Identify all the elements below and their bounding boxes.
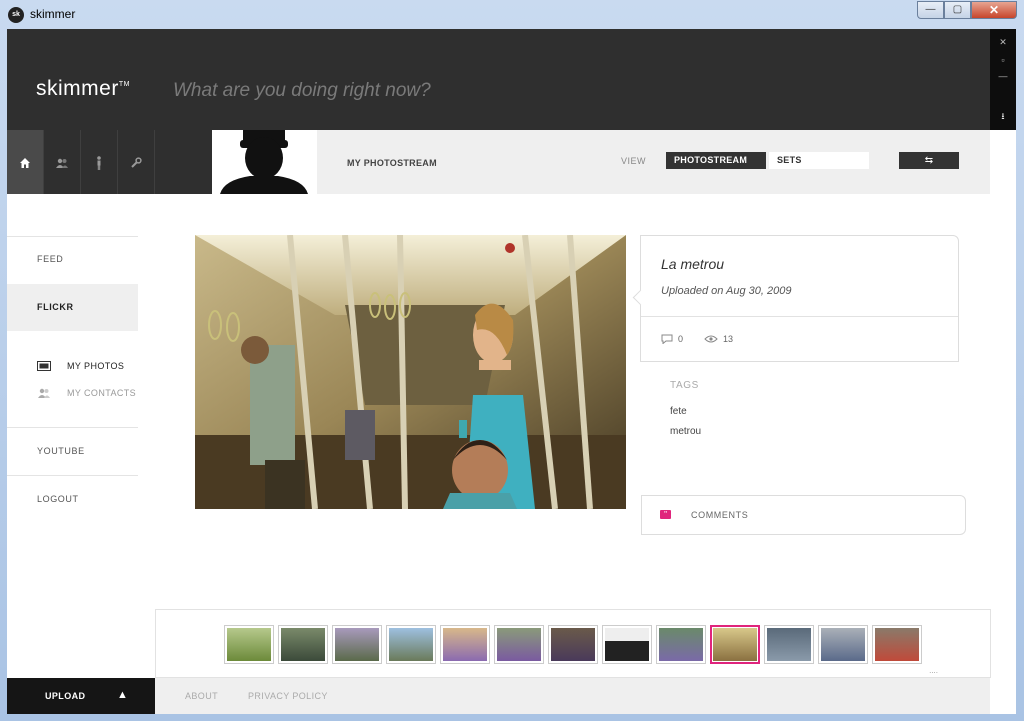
thumbnail-selected[interactable] [710,625,760,664]
nav-home[interactable] [7,130,44,194]
photo-image [195,235,626,509]
nav-strip [7,130,212,194]
my-contacts-label: MY CONTACTS [67,388,137,398]
title-bar[interactable]: sk skimmer — ▢ ✕ [0,0,1024,29]
divider [641,316,958,317]
toolbar: MY PHOTOSTREAM VIEW PHOTOSTREAM SETS ⇆ [317,130,990,194]
thumbnail[interactable] [872,625,922,664]
person-icon [97,156,101,170]
tab-photostream[interactable]: PHOTOSTREAM [666,152,766,169]
sidebar-item-flickr[interactable]: FLICKR [7,284,138,331]
thumbnail[interactable] [764,625,814,664]
wrench-icon [131,157,142,168]
maximize-button[interactable]: ▢ [944,1,971,19]
app-logo: skimmerTM [36,77,130,101]
app-logo-icon: sk [8,7,24,23]
app-client-area: skimmerTM ✕ ▫ — ⭳ [7,29,1016,714]
comments-button[interactable]: " COMMENTS [641,495,966,535]
upload-date: Uploaded on Aug 30, 2009 [661,285,792,297]
window-controls: — ▢ ✕ [917,1,1017,19]
app-close-icon[interactable]: ✕ [990,37,1016,48]
upload-label: UPLOAD [45,691,86,701]
swap-icon: ⇆ [924,155,934,166]
sidebar-item-youtube[interactable]: YOUTUBE [7,446,138,456]
comment-count: 0 [661,334,683,344]
contacts-icon [37,388,51,398]
eye-icon [704,335,718,343]
divider [7,427,138,428]
upload-button[interactable]: UPLOAD ▲ [7,678,155,714]
sidebar-item-my-contacts[interactable]: MY CONTACTS [37,388,136,398]
thumbnail[interactable] [494,625,544,664]
comments-icon: " [660,510,671,519]
privacy-policy-link[interactable]: PRIVACY POLICY [248,691,328,701]
view-count: 13 [704,334,733,344]
nav-profile[interactable] [81,130,118,194]
nav-settings[interactable] [118,130,155,194]
thumbnail[interactable] [386,625,436,664]
tags-label: TAGS [670,380,699,391]
thumbnail[interactable] [278,625,328,664]
window-title: skimmer [30,7,76,21]
tag-link[interactable]: fete [670,406,687,417]
avatar-silhouette-icon [220,130,308,194]
tag-link[interactable]: metrou [670,426,701,437]
trademark-mark: TM [118,81,130,88]
thumbnail[interactable] [602,625,652,664]
page-title: MY PHOTOSTREAM [347,158,437,168]
sidebar-item-my-photos[interactable]: MY PHOTOS [37,361,124,371]
thumbnail[interactable] [548,625,598,664]
main-photo[interactable] [195,235,626,509]
photos-icon [37,361,51,371]
side-controls: ✕ ▫ — ⭳ [990,29,1016,130]
sidebar-item-feed[interactable]: FEED [7,254,138,264]
footer: ABOUT PRIVACY POLICY [155,678,990,714]
thumbnail[interactable] [818,625,868,664]
filmstrip: .... [155,609,991,678]
sidebar-item-logout[interactable]: LOGOUT [7,494,138,504]
tab-sets[interactable]: SETS [769,152,869,169]
photo-info-card: La metrou Uploaded on Aug 30, 2009 0 13 [640,235,959,362]
comments-label: COMMENTS [691,510,749,520]
thumbnail[interactable] [224,625,274,664]
thumbnail[interactable] [332,625,382,664]
app-collapse-icon[interactable]: ⭳ [990,109,1016,125]
view-count-value: 13 [723,334,734,344]
window-frame: sk skimmer — ▢ ✕ skimmerTM ✕ ▫ — ⭳ [0,0,1024,721]
nav-contacts[interactable] [44,130,81,194]
app-minimize-icon[interactable]: — [990,71,1016,81]
comment-bubble-icon [661,334,673,344]
about-link[interactable]: ABOUT [185,691,218,701]
swap-button[interactable]: ⇆ [899,152,959,169]
minimize-button[interactable]: — [917,1,944,19]
upload-arrow-icon: ▲ [117,689,129,701]
app-restore-icon[interactable]: ▫ [990,55,1016,65]
contacts-icon [56,158,68,168]
divider [7,236,138,237]
avatar[interactable] [212,130,317,194]
close-button[interactable]: ✕ [971,1,1017,19]
divider [7,475,138,476]
comment-count-value: 0 [678,334,684,344]
thumbnail[interactable] [656,625,706,664]
filmstrip-more[interactable]: .... [929,666,938,675]
view-label: VIEW [621,156,647,166]
my-photos-label: MY PHOTOS [67,361,125,371]
app-header: skimmerTM [7,29,990,130]
logo-text: skimmer [36,77,119,100]
home-icon [20,157,30,168]
photo-title: La metrou [661,256,725,272]
status-input[interactable] [173,80,693,102]
thumbnail[interactable] [440,625,490,664]
